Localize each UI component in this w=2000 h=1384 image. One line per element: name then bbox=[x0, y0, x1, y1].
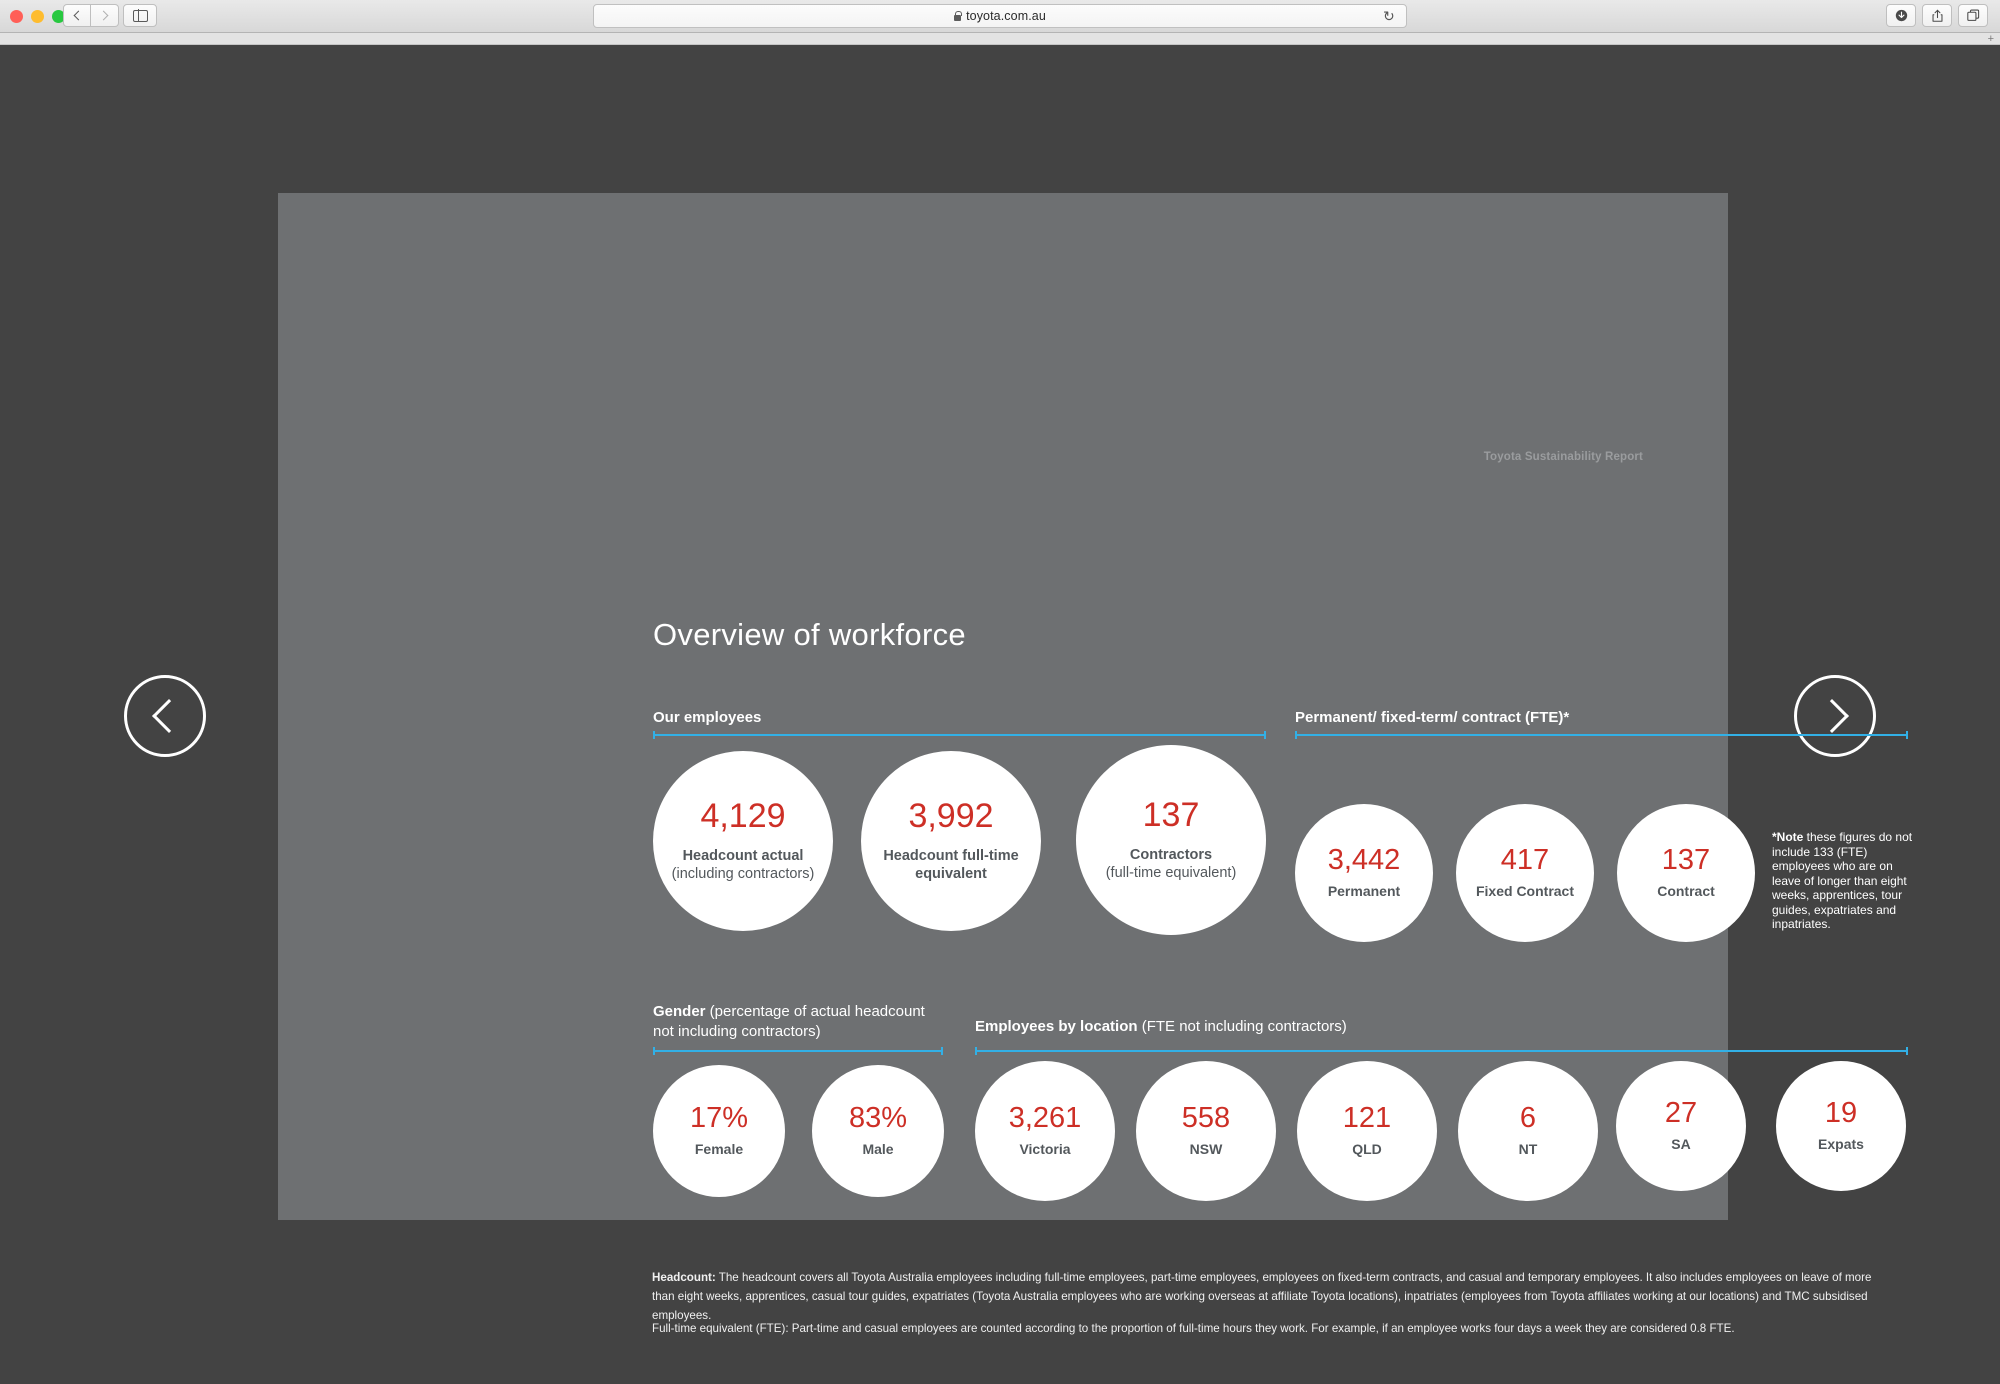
stat-circle: 27 SA bbox=[1616, 1061, 1746, 1191]
stat-label: Victoria bbox=[1019, 1140, 1071, 1157]
section-heading-bold: Gender bbox=[653, 1003, 706, 1020]
footnote-label: Headcount: bbox=[652, 1271, 716, 1284]
stat-value: 3,261 bbox=[1008, 1101, 1082, 1134]
stat-label: Contractors (full-time equivalent) bbox=[1105, 846, 1237, 881]
stat-label: Permanent bbox=[1327, 882, 1401, 899]
address-bar-url: toyota.com.au bbox=[966, 9, 1046, 23]
chevron-right-icon bbox=[98, 10, 108, 21]
slide-viewer: Toyota Sustainability Report Overview of… bbox=[0, 45, 2000, 1384]
footnote-text: The headcount covers all Toyota Australi… bbox=[652, 1271, 1872, 1322]
stat-value: 3,992 bbox=[908, 796, 994, 835]
note-text: these figures do not include 133 (FTE) e… bbox=[1772, 830, 1913, 932]
footnote-fte: Full-time equivalent (FTE): Part-time an… bbox=[652, 1320, 1897, 1339]
section-rule-gender bbox=[653, 1047, 943, 1055]
stat-circle: 417 Fixed Contract bbox=[1456, 804, 1594, 942]
stat-value: 27 bbox=[1664, 1096, 1698, 1129]
section-heading-our-employees: Our employees bbox=[653, 708, 761, 728]
stat-circle: 83% Male bbox=[812, 1065, 944, 1197]
stat-circle: 17% Female bbox=[653, 1065, 785, 1197]
minimize-window-button[interactable] bbox=[31, 10, 44, 23]
sidebar-toggle-button[interactable] bbox=[123, 4, 157, 27]
stat-label: Contract bbox=[1657, 882, 1715, 899]
stat-value: 417 bbox=[1500, 843, 1550, 876]
share-button[interactable] bbox=[1922, 4, 1952, 27]
note-bold: *Note bbox=[1772, 830, 1804, 844]
stat-value: 6 bbox=[1519, 1101, 1537, 1134]
stat-value: 121 bbox=[1342, 1101, 1392, 1134]
infographic-slide: Toyota Sustainability Report Overview of… bbox=[278, 193, 1912, 1335]
show-all-tabs-icon bbox=[1966, 9, 1979, 21]
reload-icon[interactable]: ↻ bbox=[1383, 9, 1396, 23]
section-rule-contract-types bbox=[1295, 731, 1908, 739]
stat-value: 3,442 bbox=[1327, 843, 1401, 876]
downloads-icon bbox=[1895, 9, 1907, 22]
stat-circle: 121 QLD bbox=[1297, 1061, 1437, 1201]
chevron-right-icon bbox=[1814, 699, 1849, 733]
close-window-button[interactable] bbox=[10, 10, 23, 23]
bookmarks-bar: + bbox=[0, 33, 2000, 45]
stat-label: SA bbox=[1671, 1135, 1691, 1152]
share-icon bbox=[1932, 9, 1942, 22]
footnote-text: Full-time equivalent (FTE): Part-time an… bbox=[652, 1322, 1735, 1335]
footnote-headcount: Headcount: The headcount covers all Toyo… bbox=[652, 1269, 1897, 1326]
chevron-left-icon bbox=[73, 10, 84, 21]
section-rule-location bbox=[975, 1047, 1908, 1055]
forward-button[interactable] bbox=[91, 4, 119, 27]
report-label: Toyota Sustainability Report bbox=[1483, 451, 1643, 463]
stat-label: NT bbox=[1518, 1140, 1538, 1157]
stat-label: Headcount full-time equivalent bbox=[883, 847, 1019, 882]
navigation-buttons bbox=[63, 4, 119, 27]
stat-label: Fixed Contract bbox=[1475, 882, 1574, 899]
stat-circle: 3,992 Headcount full-time equivalent bbox=[861, 751, 1041, 931]
previous-slide-button[interactable] bbox=[124, 675, 206, 757]
stat-value: 558 bbox=[1181, 1101, 1231, 1134]
stat-label: Expats bbox=[1818, 1135, 1864, 1152]
window-traffic-lights bbox=[10, 10, 65, 23]
section-heading-rest: (FTE not including contractors) bbox=[1137, 1018, 1347, 1035]
stat-value: 17% bbox=[689, 1101, 749, 1134]
section-heading-bold: Our employees bbox=[653, 709, 762, 726]
stat-circle: 19 Expats bbox=[1776, 1061, 1906, 1191]
section-heading-location: Employees by location (FTE not including… bbox=[975, 1017, 1347, 1037]
section-heading-contract-types: Permanent/ fixed-term/ contract (FTE)* bbox=[1295, 708, 1569, 728]
stat-circle: 6 NT bbox=[1458, 1061, 1598, 1201]
chevron-left-icon bbox=[151, 699, 186, 733]
stat-label: Male bbox=[862, 1140, 894, 1157]
stat-value: 19 bbox=[1824, 1096, 1858, 1129]
section-heading-gender: Gender (percentage of actual headcount n… bbox=[653, 1002, 943, 1042]
lock-icon bbox=[954, 10, 962, 21]
stat-value: 83% bbox=[848, 1101, 908, 1134]
stat-label: QLD bbox=[1352, 1140, 1382, 1157]
new-tab-plus-icon[interactable]: + bbox=[1988, 34, 1994, 45]
back-button[interactable] bbox=[63, 4, 91, 27]
stat-value: 137 bbox=[1142, 795, 1200, 834]
page-title: Overview of workforce bbox=[653, 617, 966, 652]
footnote-note: *Note these figures do not include 133 (… bbox=[1772, 830, 1917, 932]
browser-toolbar: toyota.com.au ↻ bbox=[0, 0, 2000, 33]
stat-label: Female bbox=[694, 1140, 744, 1157]
next-slide-button[interactable] bbox=[1794, 675, 1876, 757]
stat-value: 4,129 bbox=[700, 796, 786, 835]
stat-label: Headcount actual (including contractors) bbox=[671, 847, 815, 882]
section-rule-our-employees bbox=[653, 731, 1266, 739]
stat-circle: 4,129 Headcount actual (including contra… bbox=[653, 751, 833, 931]
stat-circle: 137 Contractors (full-time equivalent) bbox=[1076, 745, 1266, 935]
address-bar[interactable]: toyota.com.au ↻ bbox=[593, 4, 1407, 28]
stat-label: NSW bbox=[1189, 1140, 1223, 1157]
section-heading-bold: Permanent/ fixed-term/ contract (FTE)* bbox=[1295, 709, 1570, 726]
downloads-button[interactable] bbox=[1886, 4, 1916, 27]
sidebar-toggle-icon bbox=[132, 9, 148, 22]
show-all-tabs-button[interactable] bbox=[1958, 4, 1988, 27]
toolbar-right-actions bbox=[1886, 4, 1988, 27]
stat-circle: 137 Contract bbox=[1617, 804, 1755, 942]
stat-value: 137 bbox=[1661, 843, 1711, 876]
stat-circle: 3,442 Permanent bbox=[1295, 804, 1433, 942]
stat-circle: 558 NSW bbox=[1136, 1061, 1276, 1201]
stat-circle: 3,261 Victoria bbox=[975, 1061, 1115, 1201]
section-heading-bold: Employees by location bbox=[975, 1018, 1138, 1035]
